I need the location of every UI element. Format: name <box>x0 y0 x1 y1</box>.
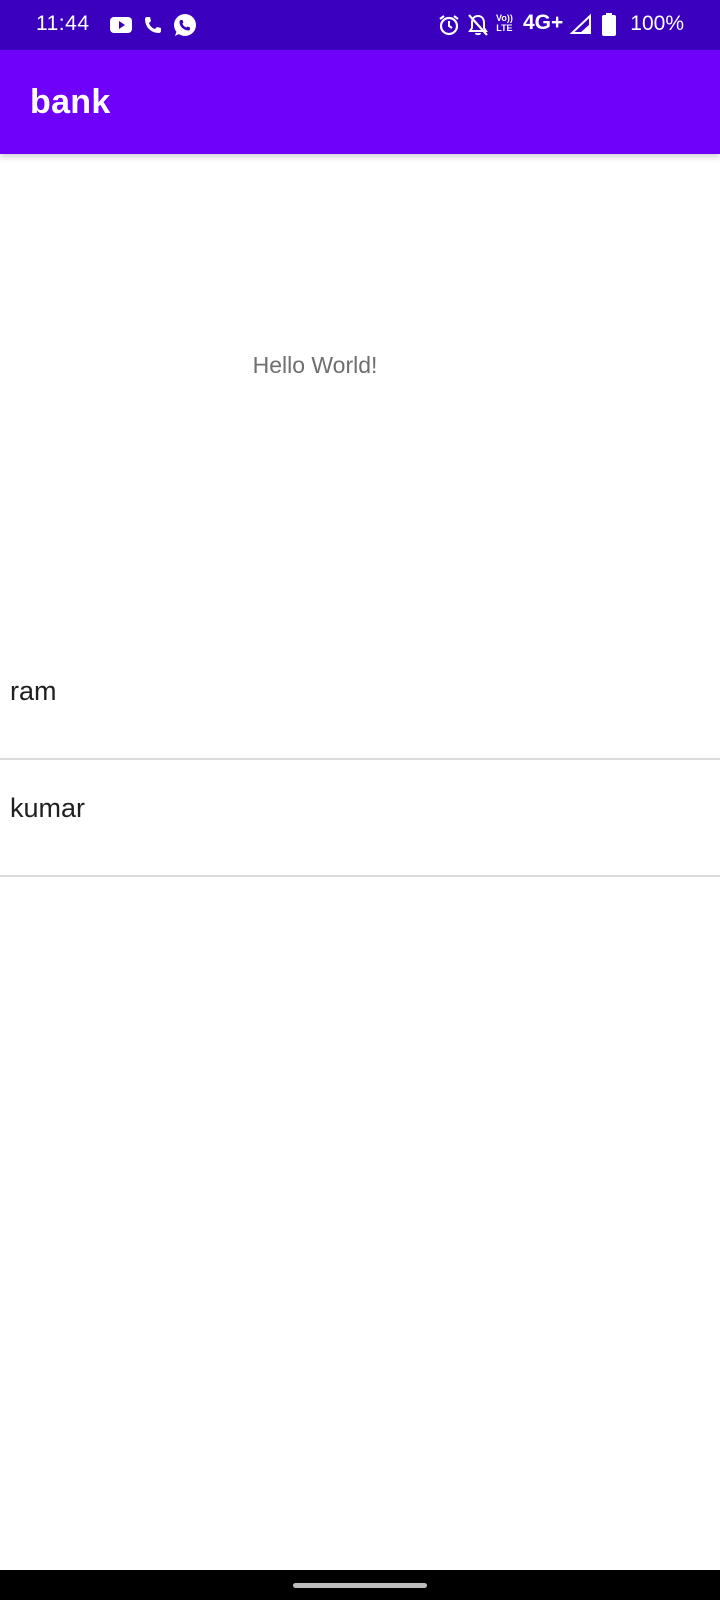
list-item[interactable]: kumar <box>0 760 720 877</box>
app-title: bank <box>30 83 111 121</box>
phone-icon <box>143 12 163 38</box>
name-list: ram kumar <box>0 643 720 877</box>
volte-bottom-label: LTE <box>496 23 513 33</box>
list-item[interactable]: ram <box>0 643 720 760</box>
status-time: 11:44 <box>36 12 90 35</box>
list-item-label: kumar <box>10 793 86 823</box>
battery-percent: 100% <box>630 12 684 35</box>
battery-icon <box>601 12 617 38</box>
volte-top-label: Vo)) <box>496 13 513 23</box>
network-type-label: 4G+ <box>523 11 564 34</box>
home-gesture-handle[interactable] <box>293 1583 427 1588</box>
whatsapp-icon <box>172 12 198 38</box>
signal-icon <box>570 12 592 38</box>
list-item-label: ram <box>10 676 57 706</box>
notifications-off-icon <box>467 12 489 38</box>
navigation-bar <box>0 1570 720 1600</box>
alarm-icon <box>438 12 460 38</box>
app-bar: bank <box>0 50 720 154</box>
youtube-icon <box>109 12 133 38</box>
volte-icon: Vo)) LTE <box>496 13 513 33</box>
hello-text: Hello World! <box>252 352 378 378</box>
status-bar: 11:44 Vo)) LTE 4G+ 100% <box>0 0 720 50</box>
